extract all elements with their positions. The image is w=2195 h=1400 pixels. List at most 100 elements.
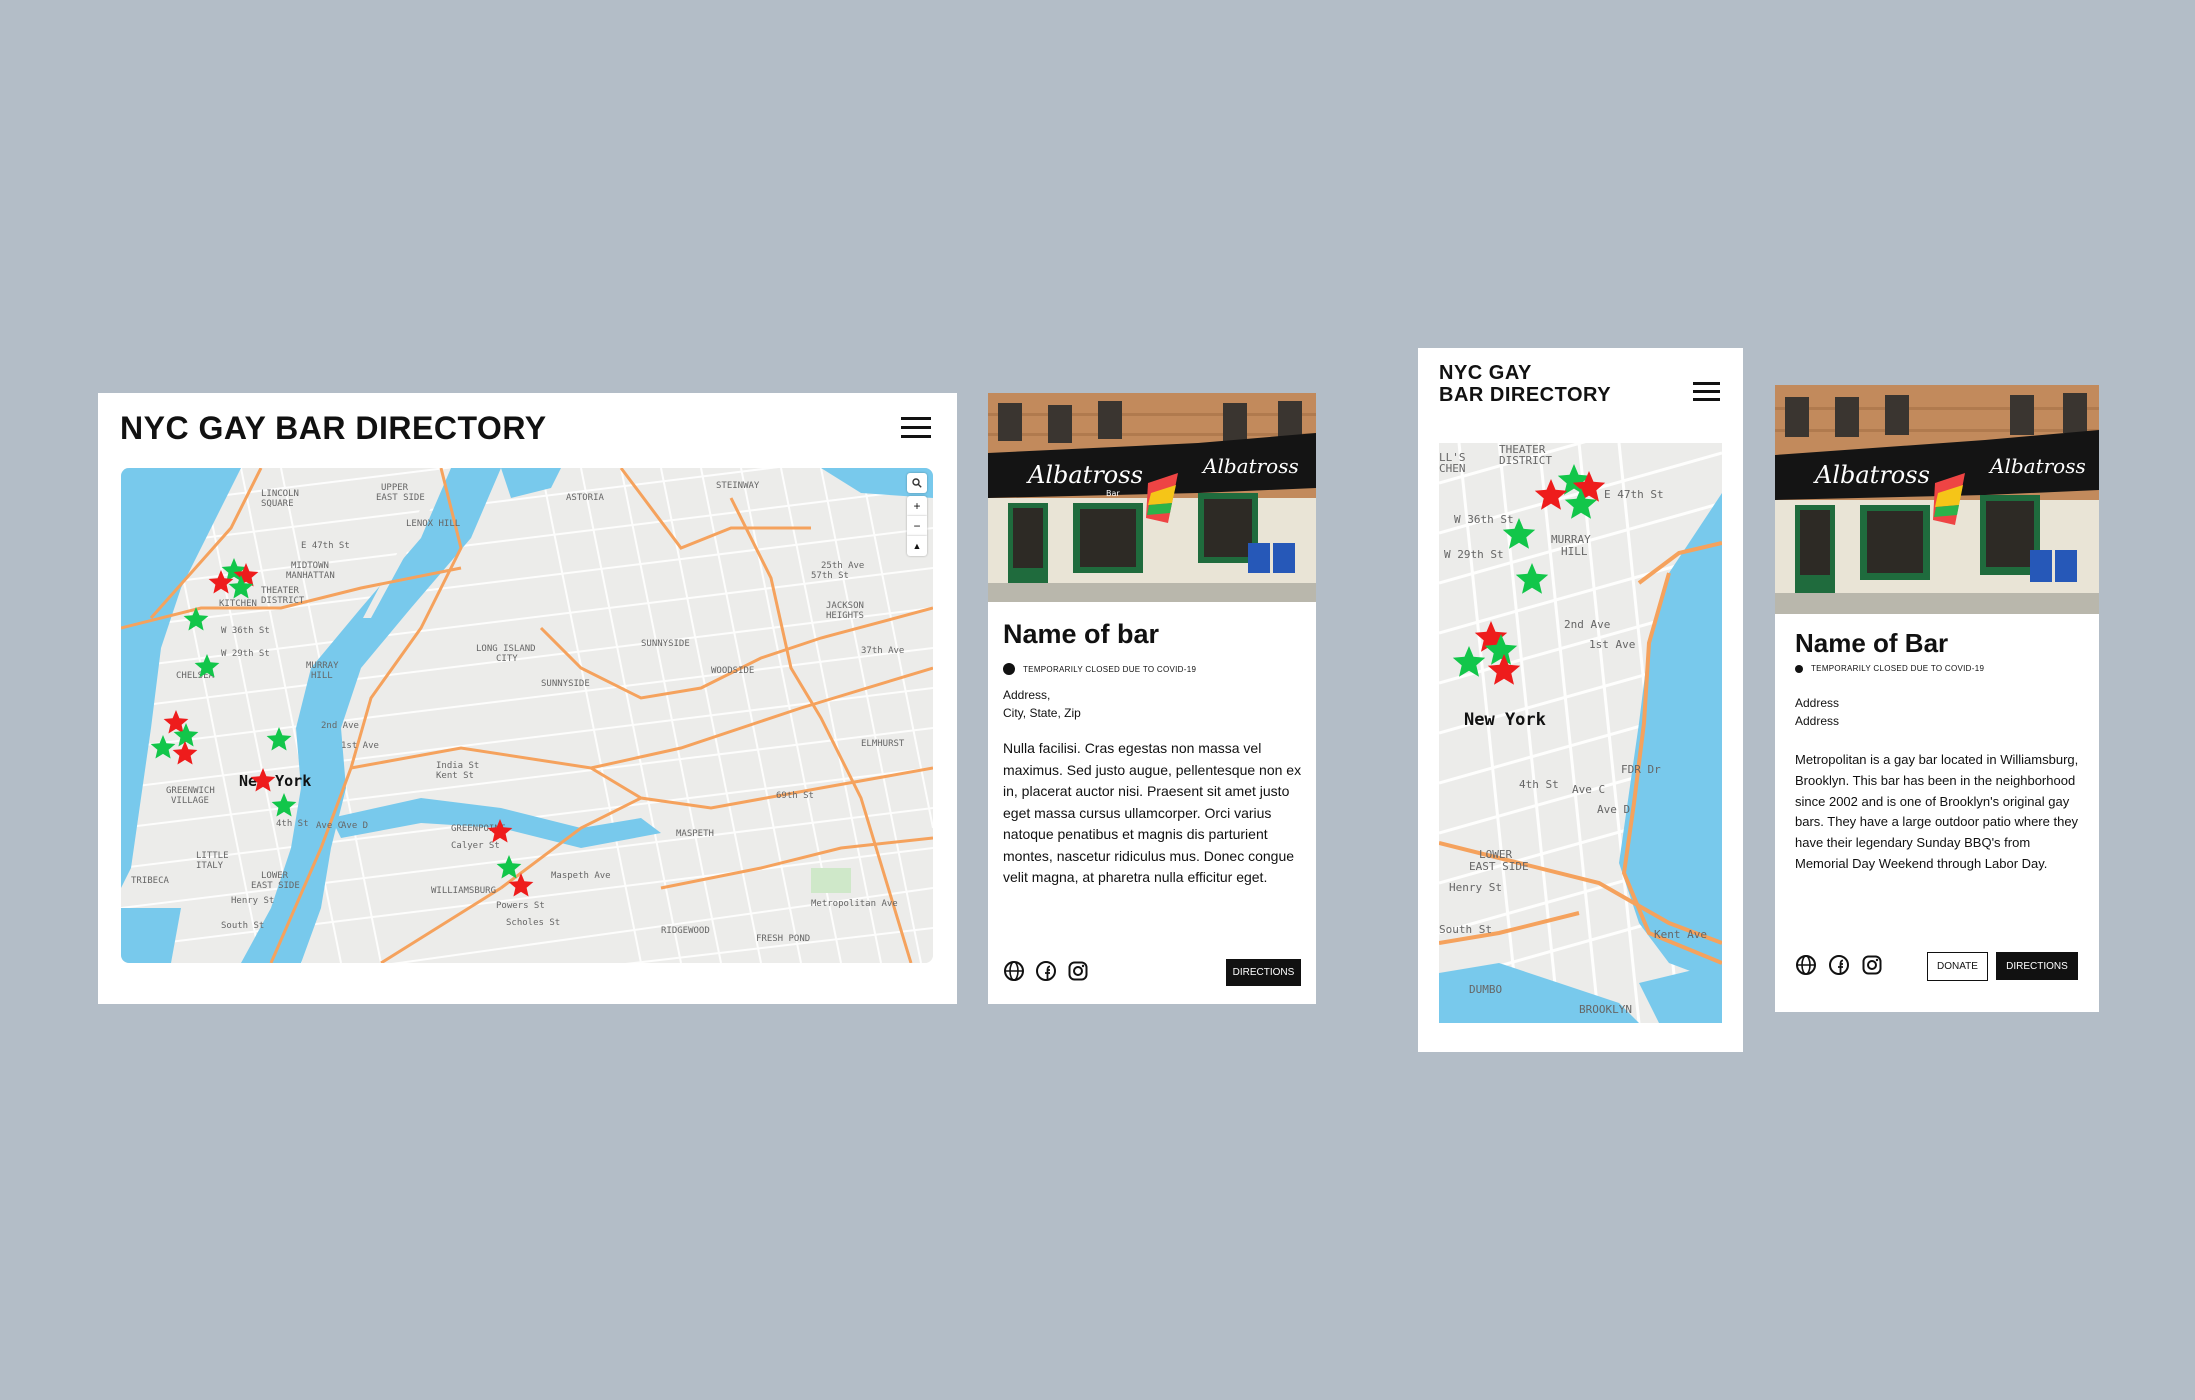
directions-button-mobile[interactable]: DIRECTIONS	[1996, 952, 2078, 980]
bar-detail-card: Albatross Albatross Bar Name of bar TEMP…	[988, 393, 1316, 1004]
map-search-button[interactable]	[907, 473, 927, 493]
svg-text:4th St: 4th St	[276, 819, 309, 829]
globe-icon[interactable]	[1795, 954, 1817, 976]
sign-bar-text: Bar	[1106, 489, 1120, 498]
svg-text:E 47th St: E 47th St	[301, 541, 350, 551]
svg-text:VILLAGE: VILLAGE	[171, 796, 209, 806]
svg-text:37th Ave: 37th Ave	[861, 646, 904, 656]
svg-text:FDR Dr: FDR Dr	[1621, 763, 1661, 776]
svg-text:Powers St: Powers St	[496, 901, 545, 911]
svg-text:1st Ave: 1st Ave	[341, 741, 379, 751]
svg-text:HILL: HILL	[311, 671, 333, 681]
instagram-icon[interactable]	[1067, 960, 1089, 982]
zoom-out-button[interactable]: −	[907, 516, 927, 536]
storefront-image: Albatross Albatross Bar	[988, 393, 1316, 602]
bar-photo-mobile: Albatross Albatross	[1775, 385, 2099, 614]
map-view[interactable]: LINCOLN SQUARE UPPER EAST SIDE ASTORIA STE…	[121, 468, 933, 963]
svg-text:FRESH POND: FRESH POND	[756, 934, 810, 944]
svg-text:CHEN: CHEN	[1439, 462, 1466, 475]
svg-text:SUNNYSIDE: SUNNYSIDE	[641, 639, 690, 649]
desktop-frame: NYC GAY BAR DIRECTORY LINCOLN SQUARE UPP…	[98, 393, 957, 1004]
svg-text:WOODSIDE: WOODSIDE	[711, 666, 754, 676]
svg-text:South St: South St	[221, 921, 264, 931]
svg-text:2nd Ave: 2nd Ave	[1564, 618, 1610, 631]
globe-icon[interactable]	[1003, 960, 1025, 982]
svg-text:Metropolitan Ave: Metropolitan Ave	[811, 899, 898, 909]
zoom-in-button[interactable]: +	[907, 496, 927, 516]
address-line-1-mobile: Address	[1795, 696, 1840, 710]
svg-text:South St: South St	[1439, 923, 1492, 936]
bar-detail-card-mobile: Albatross Albatross Name of Bar TEMPORAR…	[1775, 385, 2099, 1012]
svg-text:CITY: CITY	[496, 654, 518, 664]
svg-text:EAST SIDE: EAST SIDE	[376, 493, 425, 503]
site-title-line-1: NYC GAY	[1439, 362, 1532, 384]
address-line-1: Address,	[1003, 688, 1051, 702]
svg-text:MASPETH: MASPETH	[676, 829, 714, 839]
svg-text:WILLIAMSBURG: WILLIAMSBURG	[431, 886, 496, 896]
svg-text:DUMBO: DUMBO	[1469, 983, 1502, 996]
svg-text:EAST SIDE: EAST SIDE	[251, 881, 300, 891]
svg-text:MIDTOWN: MIDTOWN	[291, 561, 329, 571]
svg-text:25th Ave: 25th Ave	[821, 561, 864, 571]
svg-text:New York: New York	[1464, 710, 1546, 730]
svg-text:BROOKLYN: BROOKLYN	[1579, 1003, 1632, 1016]
svg-text:Ave D: Ave D	[1597, 803, 1630, 816]
svg-text:LENOX HILL: LENOX HILL	[406, 519, 460, 529]
sign-text: Albatross	[1026, 461, 1143, 489]
bar-description-mobile: Metropolitan is a gay bar located in Wil…	[1795, 752, 2079, 871]
compass-button[interactable]: ▲	[907, 536, 927, 556]
svg-text:SQUARE: SQUARE	[261, 499, 294, 509]
svg-text:57th St: 57th St	[811, 571, 849, 581]
svg-text:Kent St: Kent St	[436, 771, 474, 781]
svg-text:SUNNYSIDE: SUNNYSIDE	[541, 679, 590, 689]
svg-text:THEATER: THEATER	[261, 586, 300, 596]
bar-name: Name of bar	[1003, 619, 1160, 649]
search-icon	[912, 478, 922, 488]
storefront-image-mobile: Albatross Albatross	[1775, 385, 2099, 614]
svg-text:DISTRICT: DISTRICT	[261, 596, 305, 606]
mobile-frame: NYC GAY BAR DIRECTORY THEATER DISTRICT LL…	[1418, 348, 1743, 1052]
status-text-mobile: TEMPORARILY CLOSED DUE TO COVID-19	[1811, 664, 1985, 673]
status-text: TEMPORARILY CLOSED DUE TO COVID-19	[1023, 664, 1197, 674]
svg-text:ASTORIA: ASTORIA	[566, 493, 605, 503]
map-view-mobile[interactable]: THEATER DISTRICT LL'S CHEN MURRAY HILL LOWE…	[1439, 443, 1722, 1023]
svg-text:STEINWAY: STEINWAY	[716, 481, 760, 491]
sign-text-side-mobile: Albatross	[1988, 454, 2086, 478]
svg-text:MANHATTAN: MANHATTAN	[286, 571, 335, 581]
site-title: NYC GAY BAR DIRECTORY	[120, 410, 547, 446]
svg-text:DISTRICT: DISTRICT	[1499, 454, 1552, 467]
svg-text:LINCOLN: LINCOLN	[261, 489, 299, 499]
social-links	[1003, 960, 1089, 982]
bar-address-mobile: Address Address	[1795, 694, 1839, 730]
svg-text:India St: India St	[436, 761, 479, 771]
status-dot-mobile	[1795, 664, 1803, 673]
svg-text:TRIBECA: TRIBECA	[131, 876, 170, 886]
menu-icon-mobile[interactable]	[1693, 382, 1720, 402]
map-city-label: New York	[239, 772, 311, 790]
svg-text:1st Ave: 1st Ave	[1589, 638, 1635, 651]
svg-text:ITALY: ITALY	[196, 861, 224, 871]
svg-text:Ave D: Ave D	[341, 821, 368, 831]
svg-text:Scholes St: Scholes St	[506, 918, 560, 928]
instagram-icon[interactable]	[1861, 954, 1883, 976]
status-badge-mobile: TEMPORARILY CLOSED DUE TO COVID-19	[1795, 664, 1984, 673]
donate-button[interactable]: DONATE	[1927, 952, 1988, 981]
facebook-icon[interactable]	[1035, 960, 1057, 982]
bar-address: Address, City, State, Zip	[1003, 686, 1081, 722]
svg-text:GREENWICH: GREENWICH	[166, 786, 215, 796]
map-canvas-mobile: THEATERDISTRICT LL'SCHEN MURRAYHILL LOWE…	[1439, 443, 1722, 1023]
svg-text:LONG ISLAND: LONG ISLAND	[476, 644, 536, 654]
directions-button[interactable]: DIRECTIONS	[1226, 959, 1301, 986]
svg-text:RIDGEWOOD: RIDGEWOOD	[661, 926, 710, 936]
facebook-icon[interactable]	[1828, 954, 1850, 976]
svg-text:Calyer St: Calyer St	[451, 841, 500, 851]
svg-text:LITTLE: LITTLE	[196, 851, 229, 861]
bar-photo: Albatross Albatross Bar	[988, 393, 1316, 602]
menu-icon[interactable]	[901, 417, 931, 439]
svg-text:2nd Ave: 2nd Ave	[321, 721, 359, 731]
svg-text:LOWER: LOWER	[261, 871, 289, 881]
address-line-2-mobile: Address	[1795, 714, 1840, 728]
sign-text-side: Albatross	[1201, 454, 1299, 478]
svg-text:W 36th St: W 36th St	[1454, 513, 1514, 526]
bar-name-mobile: Name of Bar	[1795, 628, 1949, 658]
